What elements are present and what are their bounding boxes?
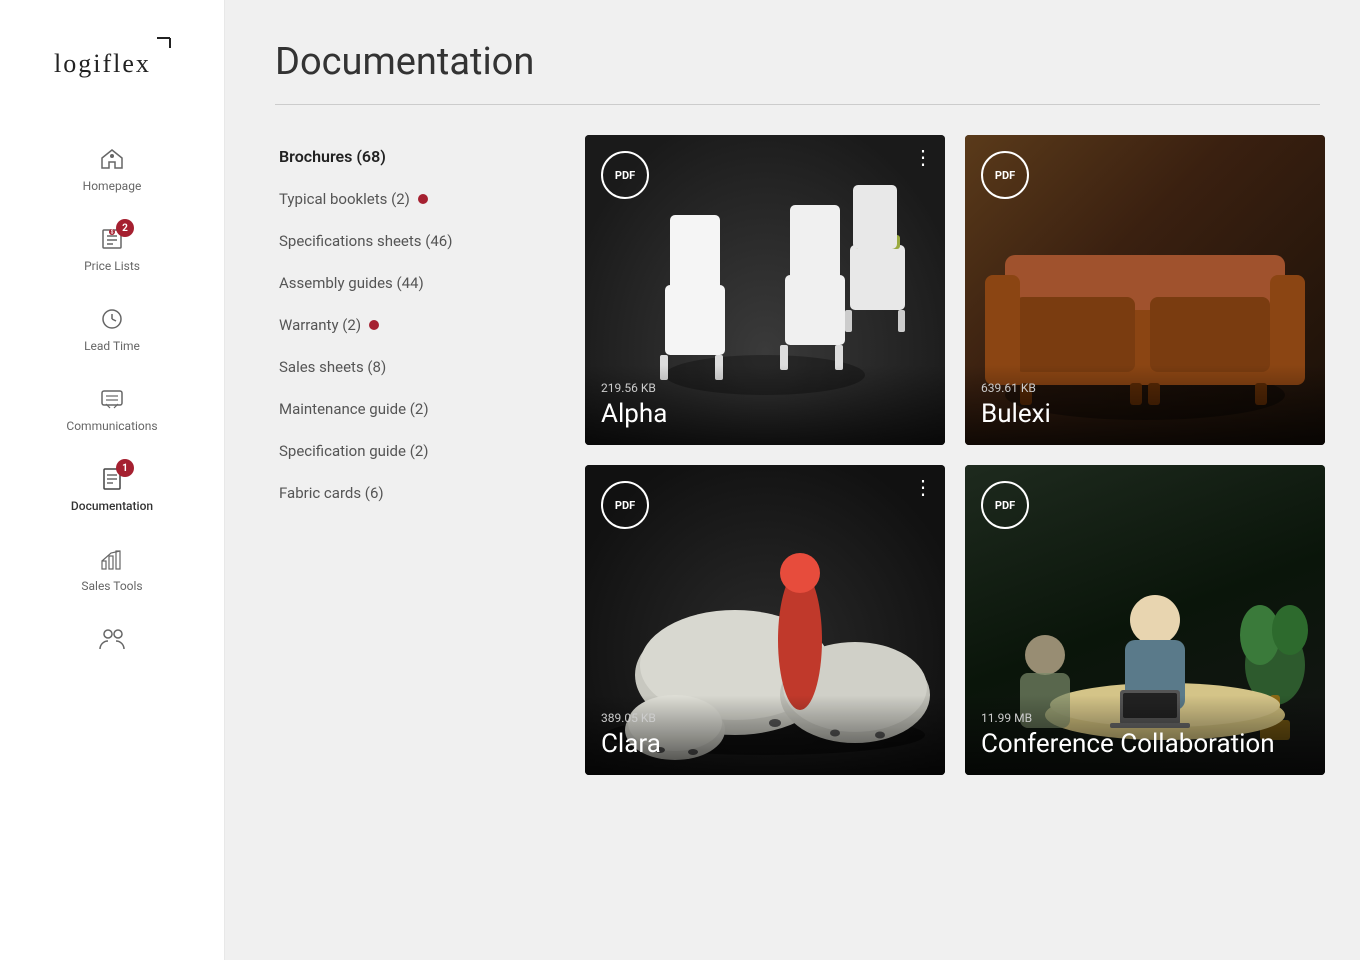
price-list-icon: $ 2	[98, 225, 126, 253]
filter-assembly-guides-label: Assembly guides (44)	[279, 274, 424, 292]
filter-warranty-label: Warranty (2)	[279, 316, 361, 334]
filter-brochures[interactable]: Brochures (68)	[275, 135, 555, 178]
filter-spec-sheets[interactable]: Specifications sheets (46)	[275, 220, 555, 262]
filter-typical-booklets[interactable]: Typical booklets (2)	[275, 178, 555, 220]
card-bulexi-info: 639.61 KB Bulexi	[965, 365, 1325, 445]
sidebar-item-sales-tools-label: Sales Tools	[81, 579, 142, 593]
sidebar-item-users[interactable]	[0, 609, 224, 675]
card-conference-pdf-badge: PDF	[981, 481, 1029, 529]
card-conference-filesize: 11.99 MB	[981, 711, 1309, 725]
card-bulexi-name: Bulexi	[981, 399, 1309, 429]
clock-icon	[98, 305, 126, 333]
card-bulexi[interactable]: PDF 639.61 KB Bulexi	[965, 135, 1325, 445]
sidebar-item-homepage[interactable]: Homepage	[0, 129, 224, 209]
card-bulexi-pdf-badge: PDF	[981, 151, 1029, 199]
home-icon	[98, 145, 126, 173]
card-alpha-menu[interactable]: ⋮	[913, 147, 933, 167]
filter-assembly-guides[interactable]: Assembly guides (44)	[275, 262, 555, 304]
main-content: Documentation Brochures (68) Typical boo…	[225, 0, 1360, 960]
sidebar-item-documentation-label: Documentation	[71, 499, 153, 513]
filter-maintenance-guide-label: Maintenance guide (2)	[279, 400, 429, 418]
doc-icon: 1	[98, 465, 126, 493]
filter-fabric-cards[interactable]: Fabric cards (6)	[275, 472, 555, 514]
filter-maintenance-guide[interactable]: Maintenance guide (2)	[275, 388, 555, 430]
filter-fabric-cards-label: Fabric cards (6)	[279, 484, 384, 502]
filter-sales-sheets[interactable]: Sales sheets (8)	[275, 346, 555, 388]
comm-icon	[98, 385, 126, 413]
card-clara-menu[interactable]: ⋮	[913, 477, 933, 497]
sales-icon	[98, 545, 126, 573]
svg-text:logiflex: logiflex	[54, 49, 151, 78]
page-title: Documentation	[275, 40, 1320, 84]
sidebar-item-price-lists[interactable]: $ 2 Price Lists	[0, 209, 224, 289]
content-layout: Brochures (68) Typical booklets (2) Spec…	[275, 135, 1320, 775]
card-alpha[interactable]: PDF ⋮ 219.56 KB Alpha	[585, 135, 945, 445]
filter-spec-guide-label: Specification guide (2)	[279, 442, 428, 460]
logo: logiflex	[52, 20, 172, 99]
sidebar-item-lead-time[interactable]: Lead Time	[0, 289, 224, 369]
filter-sales-sheets-label: Sales sheets (8)	[279, 358, 386, 376]
card-clara-name: Clara	[601, 729, 929, 759]
card-bulexi-filesize: 639.61 KB	[981, 381, 1309, 395]
filter-typical-booklets-label: Typical booklets (2)	[279, 190, 410, 208]
card-conference-name: Conference Collaboration	[981, 729, 1309, 759]
card-conference-info: 11.99 MB Conference Collaboration	[965, 695, 1325, 775]
card-clara-pdf-badge: PDF	[601, 481, 649, 529]
filter-list: Brochures (68) Typical booklets (2) Spec…	[275, 135, 555, 775]
sidebar-item-sales-tools[interactable]: Sales Tools	[0, 529, 224, 609]
card-clara-info: 389.05 KB Clara	[585, 695, 945, 775]
sidebar-item-lead-time-label: Lead Time	[84, 339, 140, 353]
cards-grid: PDF ⋮ 219.56 KB Alpha	[585, 135, 1325, 775]
card-alpha-filesize: 219.56 KB	[601, 381, 929, 395]
price-lists-badge: 2	[116, 219, 134, 237]
sidebar: logiflex Homepage	[0, 0, 225, 960]
sidebar-item-price-lists-label: Price Lists	[84, 259, 140, 273]
filter-spec-sheets-label: Specifications sheets (46)	[279, 232, 452, 250]
card-alpha-name: Alpha	[601, 399, 929, 429]
warranty-dot	[369, 320, 379, 330]
sidebar-item-documentation[interactable]: 1 Documentation	[0, 449, 224, 529]
divider	[275, 104, 1320, 105]
filter-warranty[interactable]: Warranty (2)	[275, 304, 555, 346]
typical-booklets-dot	[418, 194, 428, 204]
card-conference[interactable]: PDF 11.99 MB Conference Collaboration	[965, 465, 1325, 775]
filter-spec-guide[interactable]: Specification guide (2)	[275, 430, 555, 472]
sidebar-item-communications-label: Communications	[66, 419, 157, 433]
card-clara-filesize: 389.05 KB	[601, 711, 929, 725]
documentation-badge: 1	[116, 459, 134, 477]
sidebar-nav: Homepage $ 2 Price Lists	[0, 129, 224, 675]
card-alpha-pdf-badge: PDF	[601, 151, 649, 199]
filter-brochures-label: Brochures (68)	[279, 147, 386, 166]
svg-text:$: $	[111, 229, 114, 236]
card-clara[interactable]: PDF ⋮ 389.05 KB Clara	[585, 465, 945, 775]
users-icon	[98, 625, 126, 653]
card-alpha-info: 219.56 KB Alpha	[585, 365, 945, 445]
sidebar-item-homepage-label: Homepage	[83, 179, 142, 193]
sidebar-item-communications[interactable]: Communications	[0, 369, 224, 449]
